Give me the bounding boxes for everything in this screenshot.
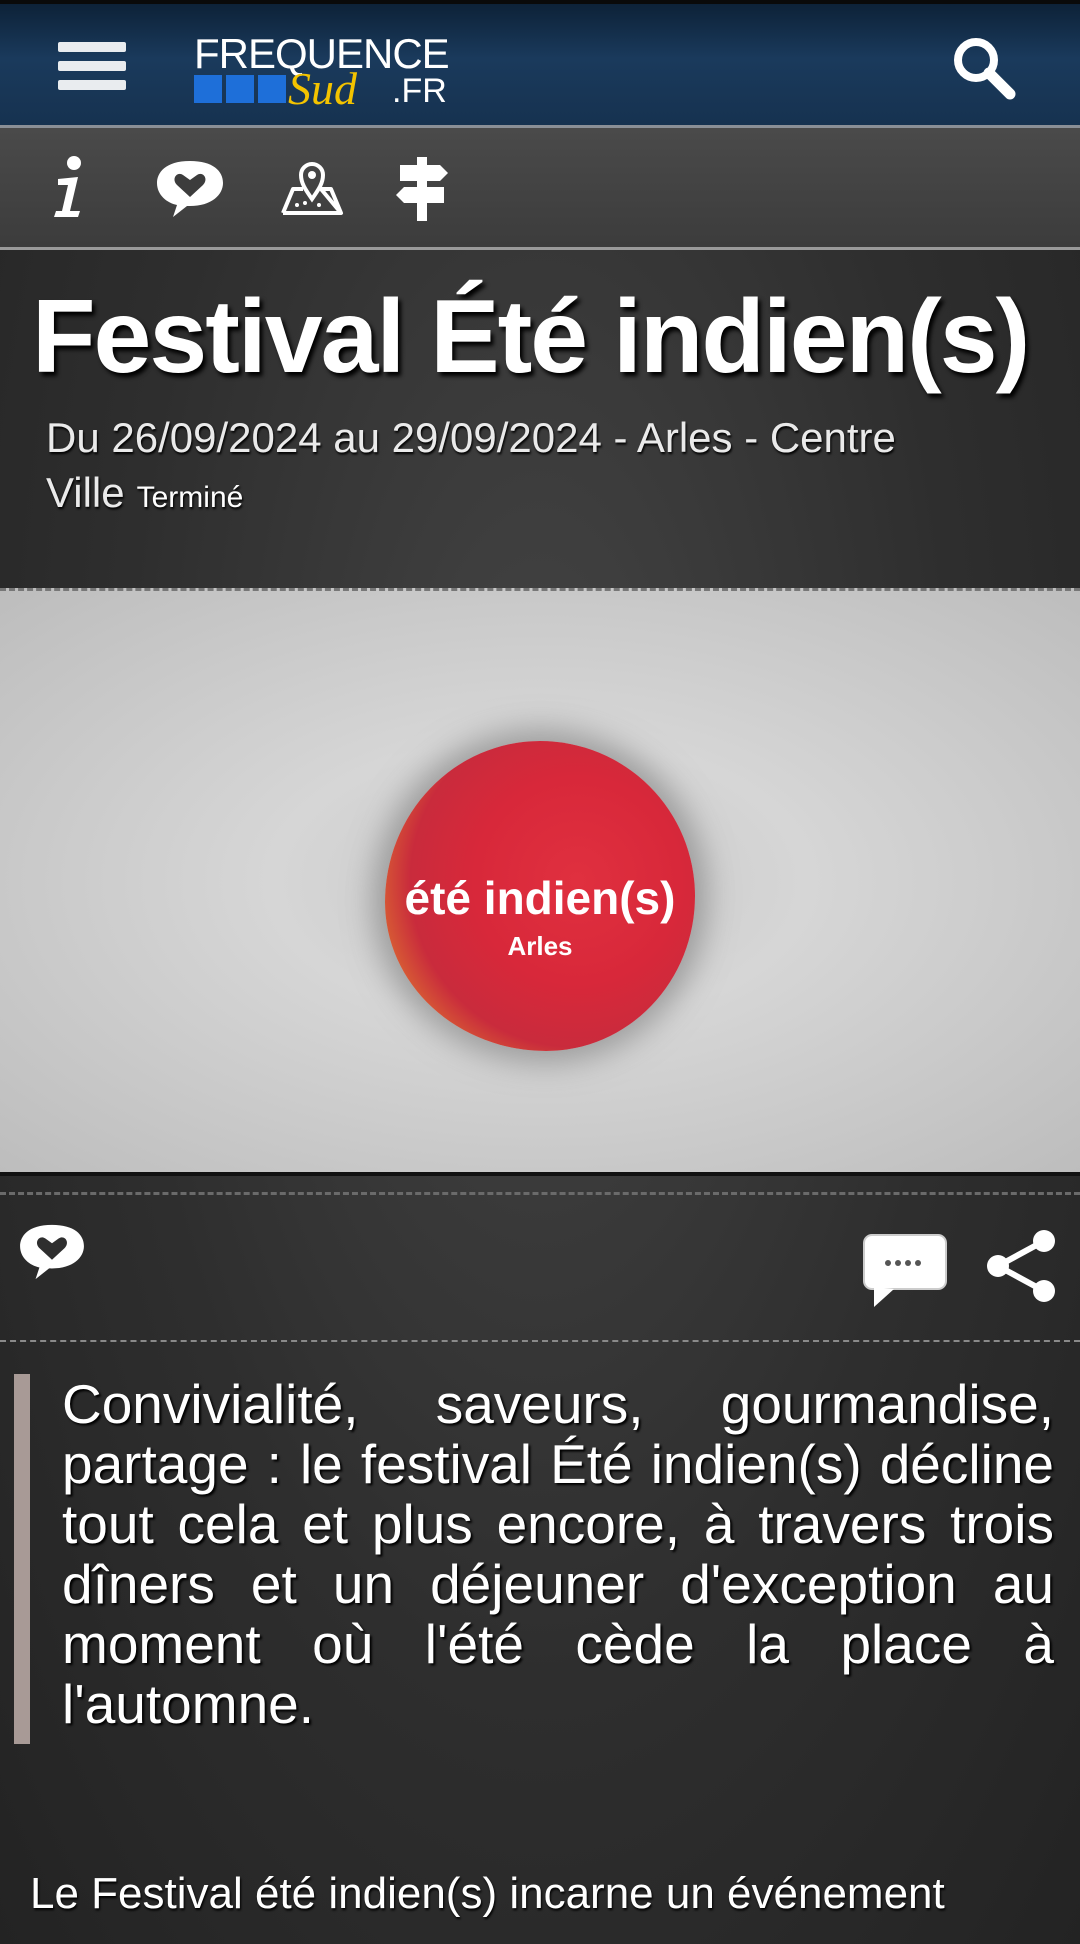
- site-logo[interactable]: FREQUENCE Sud .FR: [192, 28, 452, 114]
- intro-text: Convivialité, saveurs, gourmandise, part…: [62, 1373, 1054, 1735]
- hero-logo-line2: Arles: [507, 931, 573, 961]
- status-badge: Terminé: [136, 481, 244, 514]
- app-header: FREQUENCE Sud .FR: [0, 0, 1080, 128]
- map-pin-icon[interactable]: [274, 150, 350, 226]
- share-icon[interactable]: [982, 1227, 1060, 1310]
- hero-logo-line1: été indien(s): [404, 872, 676, 924]
- logo-square: [258, 75, 286, 103]
- page: FREQUENCE Sud .FR Festival Été indien(s)…: [0, 0, 1080, 1944]
- logo-square: [194, 75, 222, 103]
- heart-speech-icon[interactable]: [152, 150, 228, 226]
- event-dates-location: Du 26/09/2024 au 29/09/2024 - Arles - Ce…: [46, 410, 1056, 525]
- event-description: Le Festival été indien(s) incarne un évé…: [30, 1869, 945, 1918]
- hamburger-menu-icon[interactable]: [58, 42, 126, 98]
- event-toolbar: [0, 128, 1080, 250]
- event-intro-quote: Convivialité, saveurs, gourmandise, part…: [14, 1374, 1054, 1744]
- event-title: Festival Été indien(s): [32, 279, 1030, 395]
- logo-text-script: Sud: [288, 63, 357, 114]
- info-icon[interactable]: [30, 150, 106, 226]
- event-image[interactable]: été indien(s) Arles: [0, 588, 1080, 1176]
- apple-logo-image: été indien(s) Arles: [385, 741, 695, 1051]
- logo-text-suffix: .FR: [392, 72, 447, 110]
- comment-icon[interactable]: [862, 1233, 948, 1314]
- heart-speech-icon[interactable]: [18, 1221, 86, 1286]
- search-icon[interactable]: [948, 32, 1020, 104]
- signpost-icon[interactable]: [384, 150, 460, 226]
- action-bar: [0, 1192, 1080, 1342]
- logo-square: [226, 75, 254, 103]
